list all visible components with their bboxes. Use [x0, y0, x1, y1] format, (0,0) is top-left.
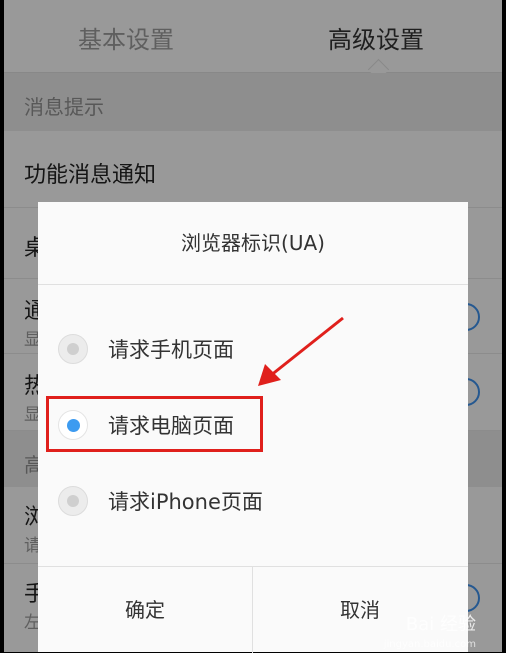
annotation-arrow-icon: [258, 316, 344, 386]
watermark-logo: Bai 经验: [405, 614, 476, 635]
watermark-url: jingyan.baidu.com: [383, 639, 476, 650]
